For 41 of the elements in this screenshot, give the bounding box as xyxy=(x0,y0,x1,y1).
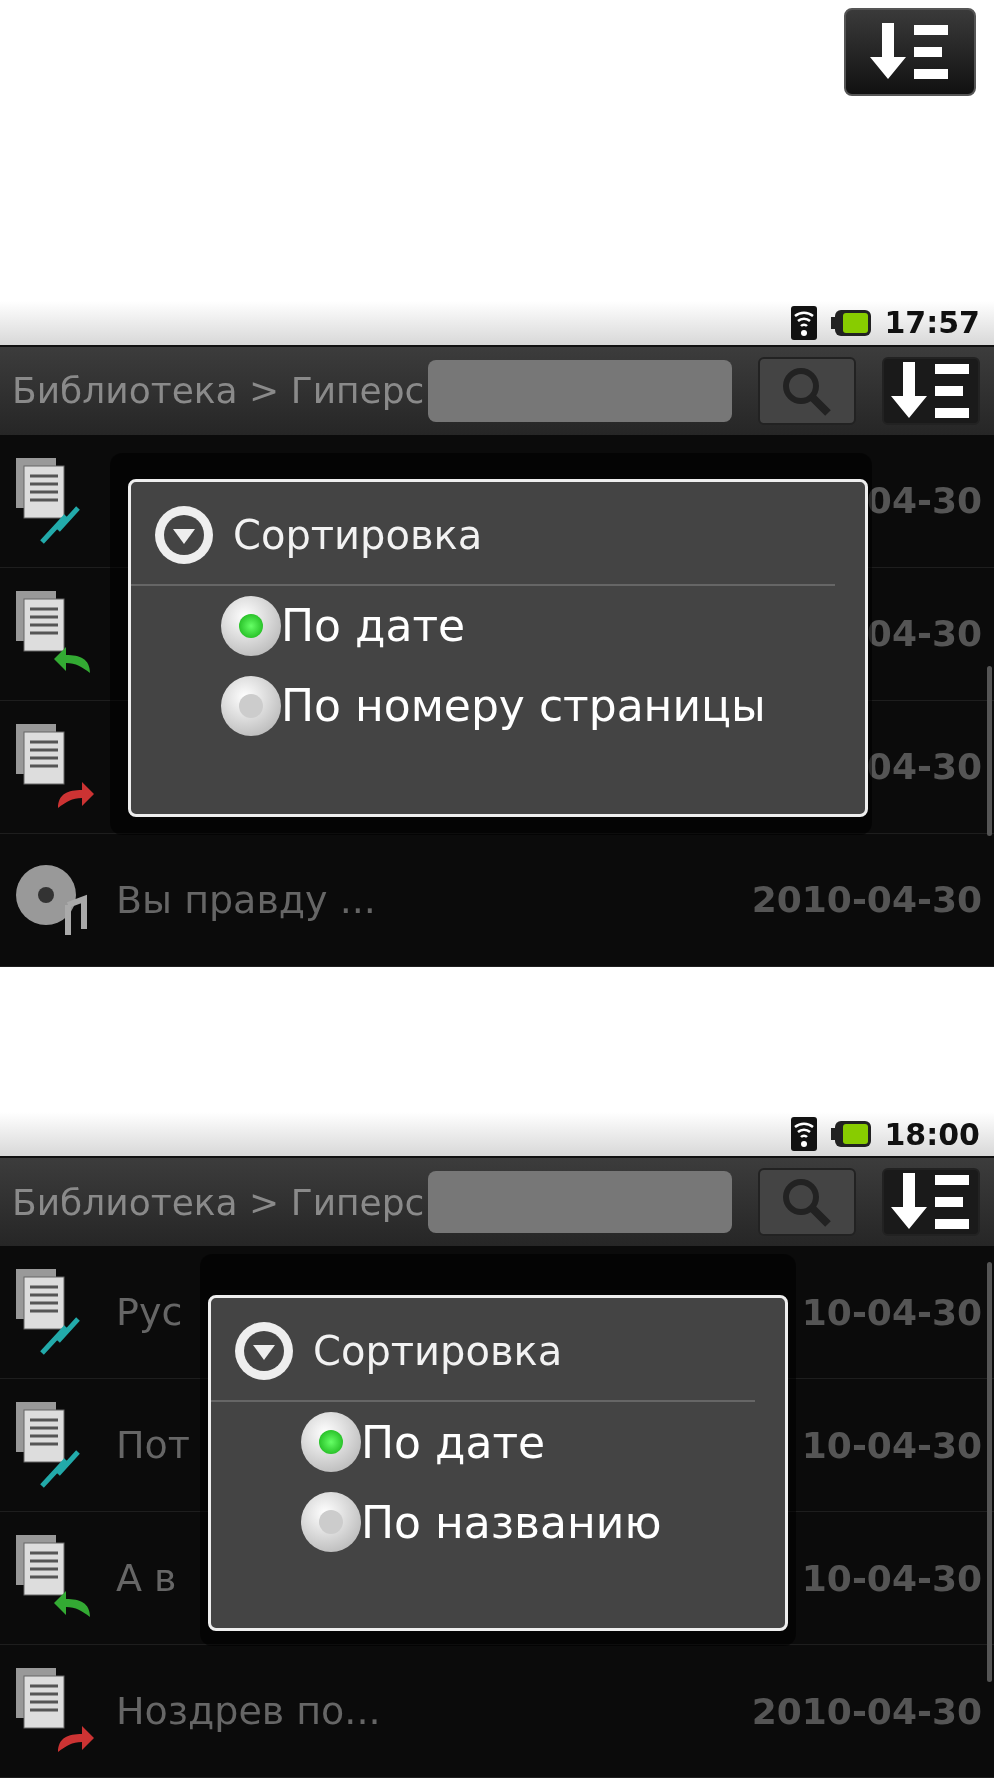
row-date: 04-30 xyxy=(866,480,982,522)
row-title[interactable]: Пот xyxy=(116,1423,190,1467)
dialog-title: Сортировка xyxy=(233,511,483,558)
row-date: 2010-04-30 xyxy=(751,879,982,921)
row-title[interactable]: Ноздрев по... xyxy=(116,1689,381,1733)
status-time: 18:00 xyxy=(884,1116,980,1152)
breadcrumb[interactable]: Библиотека > Гиперс xyxy=(12,370,430,412)
sort-icon xyxy=(891,361,971,420)
radio-button[interactable] xyxy=(301,1412,361,1472)
status-time: 17:57 xyxy=(884,305,980,341)
wifi-icon xyxy=(790,305,817,340)
search-icon xyxy=(781,365,833,416)
row-title[interactable]: Вы правду ... xyxy=(116,877,376,922)
wifi-icon xyxy=(790,1117,817,1151)
row-date: 10-04-30 xyxy=(801,1557,982,1599)
row-date: 04-30 xyxy=(866,613,982,655)
row-date: 04-30 xyxy=(866,746,982,788)
row-date: 10-04-30 xyxy=(801,1291,982,1333)
dropdown-icon xyxy=(153,503,215,566)
option-label[interactable]: По дате xyxy=(281,600,466,652)
sort-button[interactable] xyxy=(882,1168,980,1236)
row-title[interactable]: А в xyxy=(116,1556,177,1600)
option-label[interactable]: По дате xyxy=(361,1416,546,1468)
search-icon xyxy=(781,1177,833,1227)
option-label[interactable]: По названию xyxy=(361,1496,662,1548)
sort-button[interactable] xyxy=(844,8,976,96)
search-field[interactable] xyxy=(428,1171,732,1233)
search-field[interactable] xyxy=(428,359,732,422)
dialog-title: Сортировка xyxy=(313,1328,563,1374)
sort-icon xyxy=(891,1173,971,1231)
battery-icon xyxy=(830,1121,871,1147)
option-label[interactable]: По номеру страницы xyxy=(281,680,766,732)
sort-icon xyxy=(870,23,950,81)
radio-button[interactable] xyxy=(301,1492,361,1552)
row-title[interactable]: Рус xyxy=(116,1290,183,1334)
breadcrumb[interactable]: Библиотека > Гиперс xyxy=(12,1181,430,1223)
dropdown-icon xyxy=(233,1320,295,1382)
sort-button[interactable] xyxy=(882,356,980,425)
row-date: 2010-04-30 xyxy=(751,1690,982,1732)
battery-icon xyxy=(830,309,871,336)
row-date: 10-04-30 xyxy=(801,1424,982,1466)
